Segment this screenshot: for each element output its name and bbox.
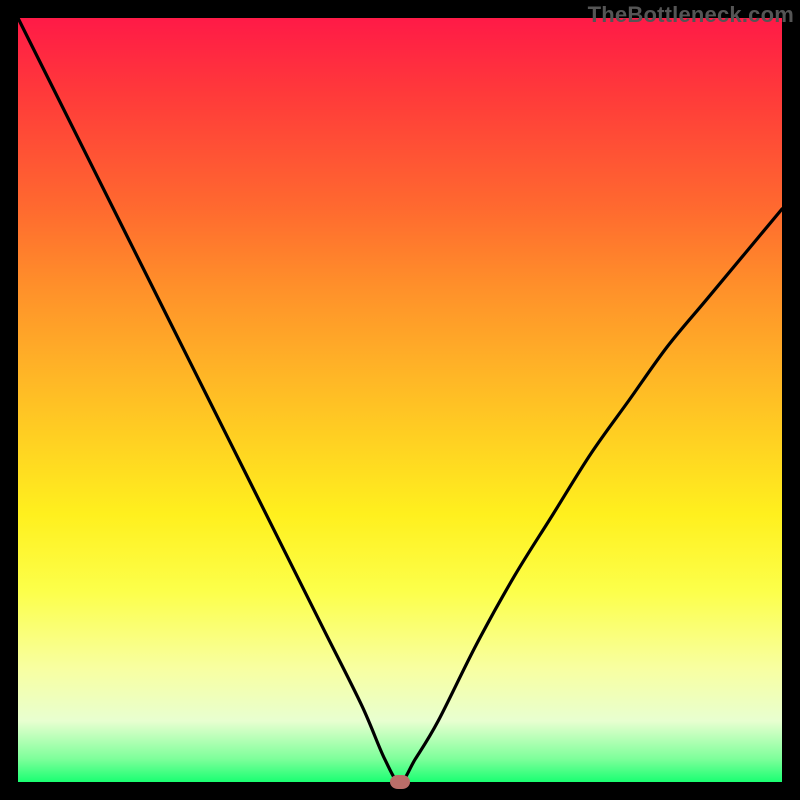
plot-frame <box>18 18 782 782</box>
bottleneck-curve <box>18 18 782 782</box>
watermark: TheBottleneck.com <box>588 2 794 28</box>
optimum-marker <box>390 775 410 789</box>
